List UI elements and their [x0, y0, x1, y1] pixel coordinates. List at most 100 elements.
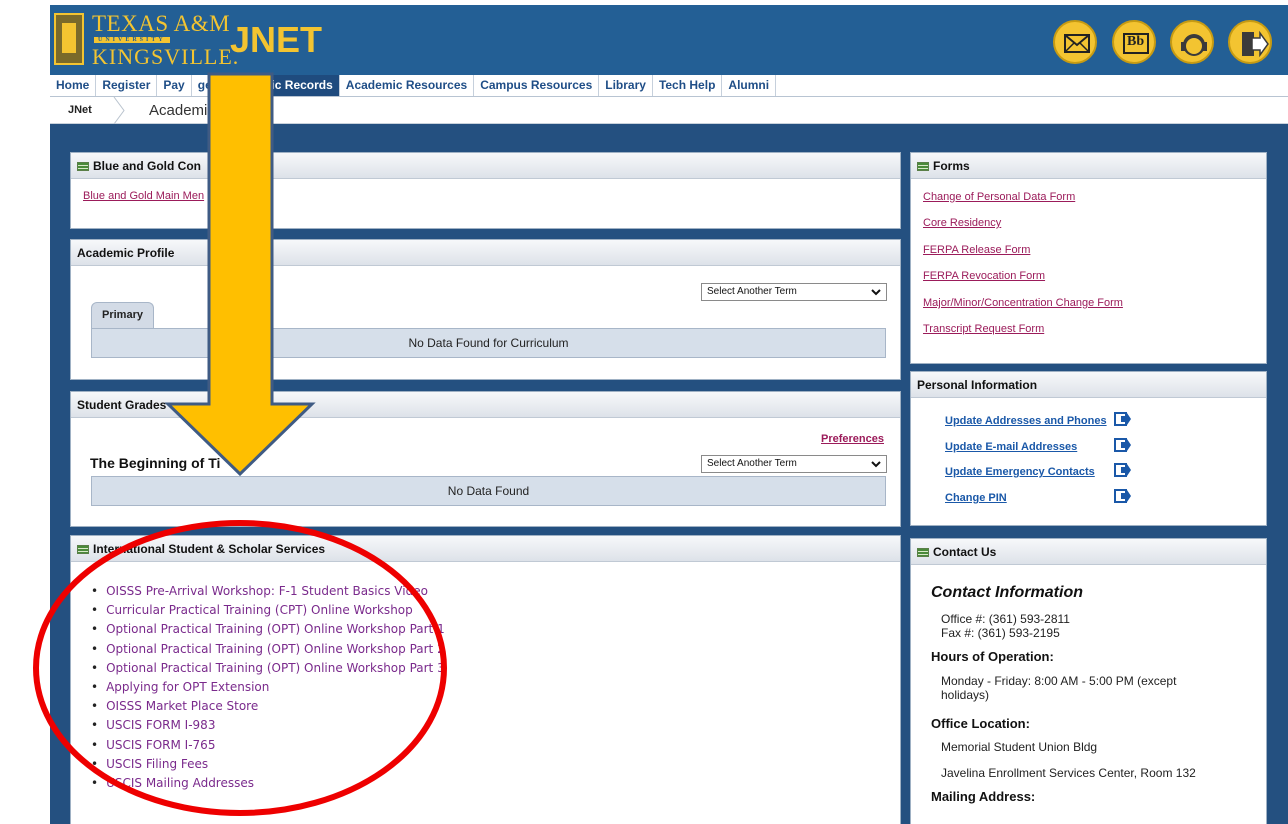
student-grades-panel: Student Grades Preferences The Beginning… — [70, 391, 901, 527]
form-link[interactable]: Major/Minor/Concentration Change Form — [923, 297, 1123, 309]
location-line2: Javelina Enrollment Services Center, Roo… — [941, 766, 1196, 780]
office-phone: Office #: (361) 593-2811 — [941, 612, 1070, 626]
tab-primary[interactable]: Primary — [91, 302, 154, 328]
external-link-icon[interactable] — [1114, 412, 1132, 426]
update-emergency-contacts-link[interactable]: Update Emergency Contacts — [945, 466, 1095, 478]
jnet-window: TEXAS A&M UNIVERSITY KINGSVILLE. JNET Bb… — [50, 5, 1288, 824]
chevron-down-icon — [871, 289, 881, 296]
panel-grid-icon — [77, 162, 89, 171]
student-grades-header: Student Grades — [71, 392, 900, 418]
location-heading: Office Location: — [931, 716, 1030, 731]
panel-grid-icon — [77, 545, 89, 554]
blackboard-label: Bb — [1127, 34, 1145, 49]
isss-title: International Student & Scholar Services — [93, 542, 326, 556]
academic-profile-panel: Academic Profile Select Another Term Pri… — [70, 239, 901, 380]
tab-register[interactable]: Register — [96, 75, 158, 96]
site-header: TEXAS A&M UNIVERSITY KINGSVILLE. JNET Bb — [50, 5, 1288, 75]
contact-panel: Contact Us Contact Information Office #:… — [910, 538, 1267, 824]
list-item[interactable]: USCIS FORM I-983 — [91, 718, 445, 737]
contact-info-heading: Contact Information — [931, 584, 1083, 601]
form-link[interactable]: Core Residency — [923, 217, 1001, 229]
personal-info-title: Personal Information — [917, 378, 1038, 392]
blue-gold-menu-link[interactable]: Blue and Gold Main Men — [83, 190, 204, 202]
list-item[interactable]: Curricular Practical Training (CPT) Onli… — [91, 603, 445, 622]
logo-line1: TEXAS A&M — [92, 11, 231, 36]
academic-profile-title: Academic Profile — [77, 246, 175, 260]
personal-info-panel: Personal Information Update Addresses an… — [910, 371, 1267, 526]
chevron-down-icon — [871, 461, 881, 468]
tab-ge[interactable]: ge — [192, 75, 219, 96]
list-item[interactable]: OISSS Market Place Store — [91, 699, 445, 718]
tab-campus-resources[interactable]: Campus Resources — [474, 75, 600, 96]
forms-title: Forms — [933, 159, 970, 173]
forms-header: Forms — [911, 153, 1266, 179]
hours-line2: holidays) — [941, 688, 990, 702]
tab-tech-help[interactable]: Tech Help — [653, 75, 723, 96]
tab-library[interactable]: Library — [599, 75, 653, 96]
contact-title: Contact Us — [933, 545, 997, 559]
blue-gold-header: Blue and Gold Con — [71, 153, 900, 179]
external-link-icon[interactable] — [1114, 489, 1132, 503]
grades-term-heading: The Beginning of Ti — [90, 455, 221, 471]
support-headset-icon[interactable] — [1170, 20, 1214, 64]
academic-term-select[interactable]: Select Another Term — [701, 283, 887, 301]
fax-number: Fax #: (361) 593-2195 — [941, 626, 1060, 640]
mailing-heading: Mailing Address: — [931, 789, 1036, 804]
list-item[interactable]: USCIS Filing Fees — [91, 757, 445, 776]
main-nav: Home Register Pay ge Academic Records Academi… — [50, 75, 1288, 97]
list-item[interactable]: Optional Practical Training (OPT) Online… — [91, 622, 445, 641]
change-pin-link[interactable]: Change PIN — [945, 492, 1007, 504]
tab-pay[interactable]: Pay — [157, 75, 192, 96]
grades-term-select[interactable]: Select Another Term — [701, 455, 887, 473]
student-grades-title: Student Grades — [77, 398, 167, 412]
personal-info-header: Personal Information — [911, 372, 1266, 398]
isss-header: International Student & Scholar Services — [71, 536, 900, 562]
form-link[interactable]: FERPA Revocation Form — [923, 270, 1045, 282]
form-link[interactable]: Change of Personal Data Form — [923, 191, 1075, 203]
panel-grid-icon — [917, 162, 929, 171]
tab-academic-resources[interactable]: Academic Resources — [340, 75, 475, 96]
hours-line1: Monday - Friday: 8:00 AM - 5:00 PM (exce… — [941, 674, 1177, 688]
academic-term-select-value: Select Another Term — [707, 286, 797, 297]
blue-gold-panel: Blue and Gold Con Blue and Gold Main Men — [70, 152, 901, 229]
list-item[interactable]: Optional Practical Training (OPT) Online… — [91, 642, 445, 661]
contact-header: Contact Us — [911, 539, 1266, 565]
hours-heading: Hours of Operation: — [931, 649, 1054, 664]
tab-academic-records[interactable]: Academic Records — [218, 75, 340, 96]
preferences-link[interactable]: Preferences — [821, 433, 884, 445]
tab-alumni[interactable]: Alumni — [722, 75, 777, 96]
list-item[interactable]: OISSS Pre-Arrival Workshop: F-1 Student … — [91, 584, 445, 603]
form-link[interactable]: Transcript Request Form — [923, 323, 1044, 335]
update-addresses-link[interactable]: Update Addresses and Phones — [945, 415, 1107, 427]
breadcrumb-separator-icon — [113, 97, 125, 124]
update-email-link[interactable]: Update E-mail Addresses — [945, 441, 1077, 453]
isss-link-list: OISSS Pre-Arrival Workshop: F-1 Student … — [91, 584, 445, 795]
breadcrumb-current: Academi — [149, 102, 208, 119]
curriculum-empty-message: No Data Found for Curriculum — [91, 328, 886, 358]
list-item[interactable]: Optional Practical Training (OPT) Online… — [91, 661, 445, 680]
tab-home[interactable]: Home — [50, 75, 97, 96]
grades-term-select-value: Select Another Term — [707, 458, 797, 469]
panel-grid-icon — [917, 548, 929, 557]
list-item[interactable]: Applying for OPT Extension — [91, 680, 445, 699]
isss-panel: International Student & Scholar Services… — [70, 535, 901, 824]
grades-empty-message: No Data Found — [91, 476, 886, 506]
location-line1: Memorial Student Union Bldg — [941, 740, 1098, 754]
external-link-icon[interactable] — [1114, 438, 1132, 452]
mail-icon[interactable] — [1053, 20, 1097, 64]
university-seal-icon — [54, 13, 84, 65]
forms-panel: Forms Change of Personal Data Form Core … — [910, 152, 1267, 364]
list-item[interactable]: USCIS FORM I-765 — [91, 738, 445, 757]
app-title: JNET — [230, 19, 323, 60]
breadcrumb-home[interactable]: JNet — [68, 104, 92, 116]
external-link-icon[interactable] — [1114, 463, 1132, 477]
academic-profile-header: Academic Profile — [71, 240, 900, 266]
logo-line3: KINGSVILLE. — [92, 44, 240, 69]
breadcrumb: JNet Academi — [50, 97, 1288, 124]
list-item[interactable]: USCIS Mailing Addresses — [91, 776, 445, 795]
blue-gold-title: Blue and Gold Con — [93, 159, 201, 173]
logo-line2: UNIVERSITY — [94, 37, 170, 43]
form-link[interactable]: FERPA Release Form — [923, 244, 1030, 256]
logout-icon[interactable] — [1228, 20, 1272, 64]
blackboard-icon[interactable]: Bb — [1112, 20, 1156, 64]
